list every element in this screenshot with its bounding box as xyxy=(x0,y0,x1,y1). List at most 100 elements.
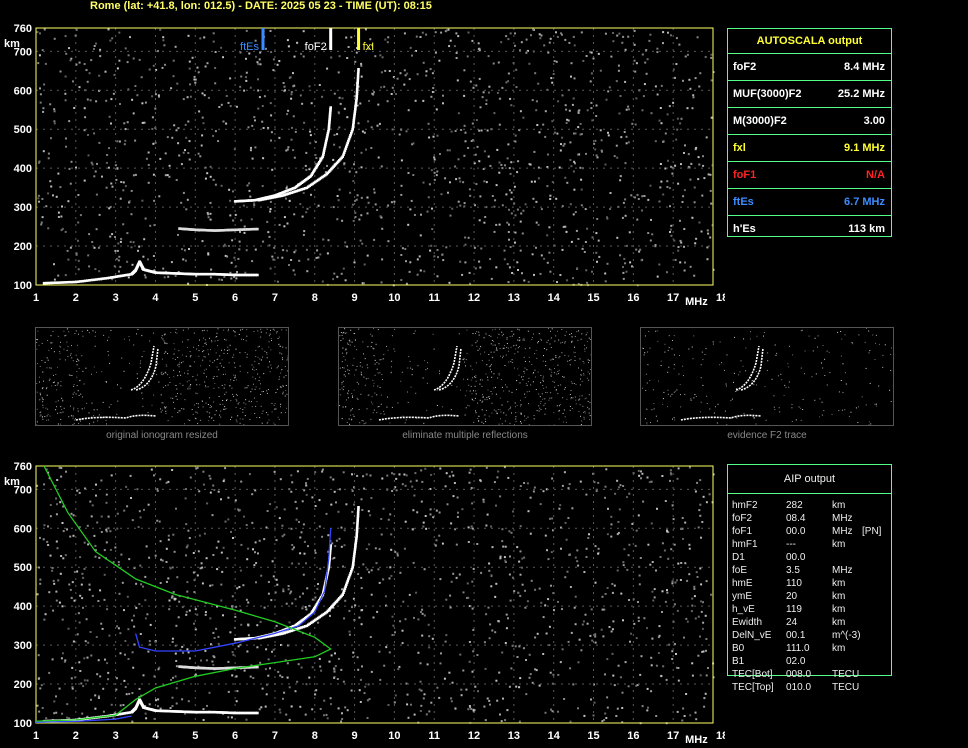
noise-dot xyxy=(53,278,56,281)
thumb-noise xyxy=(213,376,215,378)
thumb-noise xyxy=(186,381,188,383)
noise-dot xyxy=(455,32,458,35)
noise-dot xyxy=(227,518,230,521)
thumb-noise xyxy=(548,399,550,401)
noise-dot xyxy=(165,580,168,583)
noise-dot xyxy=(385,646,388,649)
noise-dot xyxy=(409,480,412,483)
noise-dot xyxy=(640,470,642,473)
noise-dot xyxy=(548,625,551,628)
noise-dot xyxy=(677,246,680,248)
noise-dot xyxy=(405,130,408,133)
noise-dot xyxy=(87,641,90,644)
noise-dot xyxy=(490,585,493,588)
noise-dot xyxy=(119,704,122,707)
thumb-noise xyxy=(743,412,745,414)
noise-dot xyxy=(105,161,108,164)
thumb-noise xyxy=(271,402,273,404)
noise-dot xyxy=(654,245,657,248)
noise-dot xyxy=(414,472,417,475)
thumb-noise xyxy=(253,369,255,371)
thumb-noise xyxy=(36,391,38,393)
noise-dot xyxy=(229,77,232,80)
noise-dot xyxy=(110,98,113,101)
thumb-noise xyxy=(380,359,382,361)
thumb-noise xyxy=(472,333,474,334)
noise-dot xyxy=(423,270,426,273)
noise-dot xyxy=(710,116,713,119)
thumb-noise xyxy=(390,372,392,374)
thumb-noise xyxy=(141,335,143,337)
noise-dot xyxy=(572,683,575,686)
noise-dot xyxy=(130,246,133,249)
thumb-noise xyxy=(542,398,544,400)
noise-dot xyxy=(344,241,347,244)
noise-dot xyxy=(101,627,104,630)
thumb-noise xyxy=(579,358,581,360)
thumb-noise xyxy=(739,371,741,373)
noise-dot xyxy=(464,236,467,239)
noise-dot xyxy=(258,539,261,542)
noise-dot xyxy=(611,591,614,594)
thumb-noise xyxy=(266,353,268,355)
thumb-noise xyxy=(72,417,74,419)
noise-dot xyxy=(571,507,574,510)
noise-dot xyxy=(122,189,125,192)
thumb-noise xyxy=(537,371,539,373)
noise-dot xyxy=(116,167,119,170)
thumb-noise xyxy=(59,352,61,354)
noise-dot xyxy=(353,503,355,506)
noise-dot xyxy=(79,214,82,217)
noise-dot xyxy=(321,470,324,473)
thumb-noise xyxy=(496,349,498,351)
thumb-noise xyxy=(498,373,500,375)
noise-dot xyxy=(707,667,709,669)
noise-dot xyxy=(345,503,348,506)
thumb-noise xyxy=(704,354,706,355)
noise-dot xyxy=(604,32,607,35)
thumb-noise xyxy=(272,328,274,330)
noise-dot xyxy=(551,81,554,84)
noise-dot xyxy=(610,515,613,518)
thumb-noise xyxy=(192,413,194,415)
noise-dot xyxy=(377,156,380,159)
noise-dot xyxy=(77,239,79,242)
noise-dot xyxy=(39,687,42,690)
noise-dot xyxy=(100,531,103,533)
noise-dot xyxy=(415,591,418,594)
noise-dot xyxy=(524,589,526,592)
noise-dot xyxy=(464,140,467,143)
thumb-noise xyxy=(491,393,493,395)
thumb-noise xyxy=(866,328,867,329)
noise-dot xyxy=(174,675,177,678)
thumb-noise xyxy=(254,360,256,362)
noise-dot xyxy=(699,72,702,75)
noise-dot xyxy=(263,606,266,609)
thumb-noise xyxy=(436,405,438,406)
noise-dot xyxy=(428,635,431,638)
thumb-noise xyxy=(555,335,557,337)
thumb-noise xyxy=(579,398,581,400)
noise-dot xyxy=(99,589,102,592)
thumb-noise xyxy=(345,399,347,401)
noise-dot xyxy=(107,166,110,169)
noise-dot xyxy=(53,712,56,715)
noise-dot xyxy=(514,134,517,137)
noise-dot xyxy=(569,141,572,144)
noise-dot xyxy=(664,500,667,502)
noise-dot xyxy=(573,77,576,80)
noise-dot xyxy=(419,680,422,683)
noise-dot xyxy=(339,102,342,105)
noise-dot xyxy=(315,157,318,159)
thumb-noise xyxy=(750,331,751,333)
noise-dot xyxy=(691,674,694,677)
noise-dot xyxy=(435,108,438,111)
noise-dot xyxy=(583,251,586,253)
thumb-noise xyxy=(66,349,68,351)
noise-dot xyxy=(86,524,89,527)
noise-dot xyxy=(157,698,160,701)
trace-point xyxy=(45,281,48,285)
thumb-noise xyxy=(229,344,231,346)
noise-dot xyxy=(338,55,341,58)
noise-dot xyxy=(128,200,131,203)
